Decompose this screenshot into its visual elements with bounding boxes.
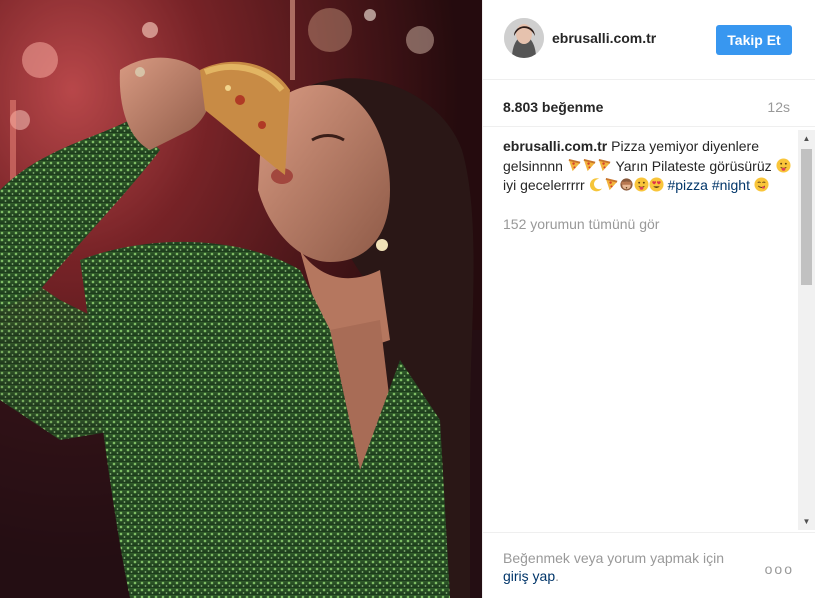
crescent-moon-icon xyxy=(589,178,602,192)
post-footer: Beğenmek veya yorum yapmak için giriş ya… xyxy=(483,532,815,599)
pizza-icon xyxy=(605,177,617,191)
see-no-evil-monkey-icon xyxy=(619,178,633,191)
scroll-down-arrow-icon[interactable]: ▼ xyxy=(798,513,815,530)
follow-button[interactable]: Takip Et xyxy=(716,25,792,55)
post-caption: ebrusalli.com.tr Pizza yemiyor diyenlere… xyxy=(503,137,795,196)
login-prompt: Beğenmek veya yorum yapmak için giriş ya… xyxy=(503,549,743,585)
scroll-up-arrow-icon[interactable]: ▲ xyxy=(798,130,815,147)
yum-face-icon xyxy=(754,177,769,192)
comments-area: ebrusalli.com.tr Pizza yemiyor diyenlere… xyxy=(483,126,815,527)
comments-scrollbar[interactable]: ▲ ▼ xyxy=(798,130,815,530)
avatar[interactable] xyxy=(504,18,544,58)
post-details-panel: ebrusalli.com.tr Takip Et 8.803 beğenme … xyxy=(482,0,815,598)
like-count[interactable]: 8.803 beğenme xyxy=(503,99,603,115)
post-header: ebrusalli.com.tr Takip Et xyxy=(483,0,815,80)
pizza-icon xyxy=(568,158,581,171)
login-prompt-text: Beğenmek veya yorum yapmak için xyxy=(503,550,724,566)
post-photo[interactable] xyxy=(0,0,482,598)
tongue-out-face-icon xyxy=(634,177,649,192)
pizza-icon xyxy=(598,158,611,171)
more-options-button[interactable]: ooo xyxy=(765,561,794,577)
view-all-comments-link[interactable]: 152 yorumun tümünü gör xyxy=(503,216,659,232)
heart-eyes-face-icon xyxy=(649,177,664,192)
pizza-icon xyxy=(583,158,596,171)
hashtag-link[interactable]: #pizza xyxy=(667,177,707,193)
hashtag-link[interactable]: #night xyxy=(712,177,750,193)
caption-text: iyi gecelerrrrr xyxy=(503,177,589,193)
username-link[interactable]: ebrusalli.com.tr xyxy=(552,30,656,46)
post-time[interactable]: 12s xyxy=(767,99,790,115)
tongue-out-face-icon xyxy=(775,157,791,173)
caption-author-link[interactable]: ebrusalli.com.tr xyxy=(503,138,607,154)
scrollbar-thumb[interactable] xyxy=(801,149,812,285)
login-link[interactable]: giriş yap xyxy=(503,568,555,584)
caption-text: Yarın Pilateste görüsürüz xyxy=(611,157,776,174)
avatar-image xyxy=(504,18,544,58)
login-prompt-period: . xyxy=(555,568,560,584)
